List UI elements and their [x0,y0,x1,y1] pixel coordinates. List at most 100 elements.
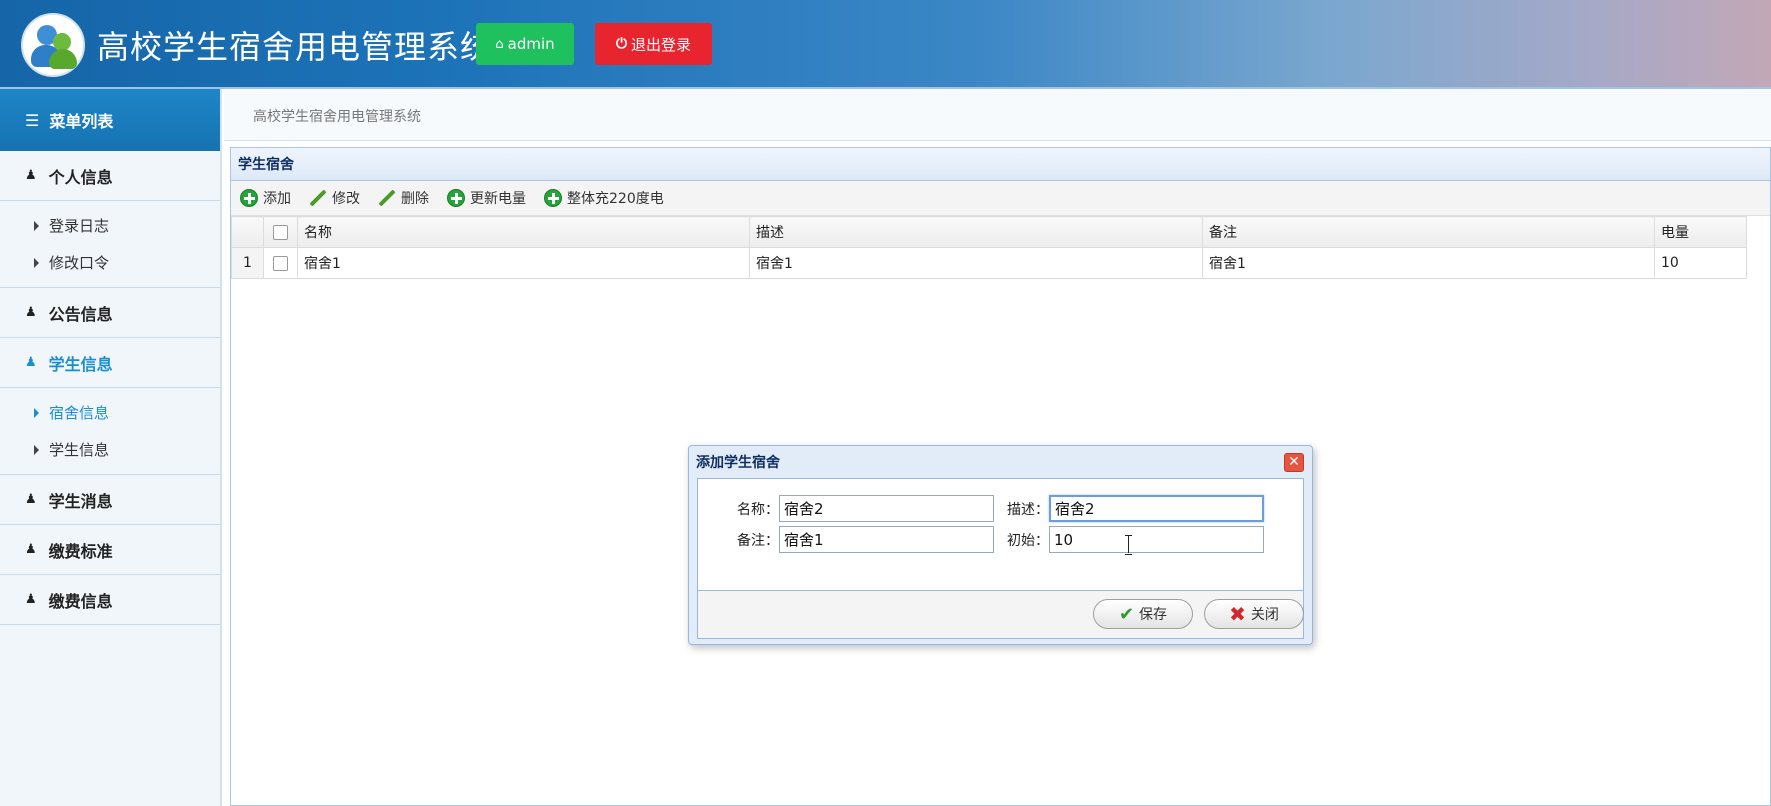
power-icon: ⏻ [615,36,628,52]
text-cursor-icon [1125,535,1133,555]
breadcrumb: 高校学生宿舍用电管理系统 [253,109,421,125]
name-label: 名称： [737,501,779,518]
desc-label: 描述： [1007,501,1049,518]
name-input[interactable] [779,495,994,522]
user-icon: ♟ [25,592,37,607]
add-label: 添加 [263,191,291,207]
update-power-button[interactable]: 更新电量 [447,188,526,208]
note-input[interactable] [779,526,994,553]
cell-note: 宿舍1 [1202,247,1655,279]
caret-right-icon [34,257,39,268]
caret-right-icon [34,407,39,418]
caret-right-icon [34,444,39,455]
panel-title: 学生宿舍 [231,148,1770,181]
caret-right-icon [34,220,39,231]
row-checkbox-cell [263,247,298,279]
sidebar-sublist: 登录日志 修改口令 [0,201,220,288]
close-x-icon: ✖ [1229,602,1246,626]
row-checkbox[interactable] [273,255,288,271]
check-icon: ✔ [1118,603,1135,625]
menu-title: 菜单列表 [49,112,114,131]
sidebar-item-label: 学生信息 [49,441,110,459]
sidebar-item-login-log[interactable]: 登录日志 [0,207,220,244]
select-all-cell [263,216,298,248]
column-header-power[interactable]: 电量 [1654,216,1747,248]
column-header-name[interactable]: 名称 [297,216,750,248]
charge-all-label: 整体充220度电 [567,191,664,207]
add-icon [447,189,465,207]
add-icon [240,189,258,207]
pencil-icon [378,189,396,207]
init-input[interactable] [1049,526,1264,553]
delete-label: 删除 [401,191,429,207]
note-label: 备注： [737,532,779,549]
user-icon: ♟ [25,492,37,507]
delete-button[interactable]: 删除 [378,188,429,208]
dialog-title: 添加学生宿舍 [696,455,780,471]
logo-icon [21,13,85,77]
sidebar-item-dorm-info[interactable]: 宿舍信息 [0,394,220,431]
app-header: 高校学生宿舍用电管理系统 ⌂ admin ⏻ 退出登录 [0,0,1771,89]
sidebar-sublist: 宿舍信息 学生信息 [0,388,220,475]
admin-label: admin [507,35,555,53]
sidebar-group-student-messages[interactable]: ♟ 学生消息 [0,475,220,525]
sidebar-item-label: 登录日志 [49,217,110,235]
user-icon: ♟ [25,305,37,320]
dialog-form: 名称： 描述： 备注： 初始： [697,478,1304,591]
table-header-row: 名称 描述 备注 电量 [231,216,1747,248]
charge-all-button[interactable]: 整体充220度电 [544,188,664,208]
close-button[interactable]: ✖ 关闭 [1204,599,1304,629]
add-icon [544,189,562,207]
table-row[interactable]: 1 宿舍1 宿舍1 宿舍1 10 [231,247,1747,279]
sidebar-group-label: 公告信息 [48,304,113,324]
sidebar-group-label: 缴费信息 [48,591,113,611]
user-icon: ♟ [25,168,37,183]
row-number-header [231,216,264,248]
select-all-checkbox[interactable] [273,224,288,240]
admin-button[interactable]: ⌂ admin [476,23,574,65]
list-icon: ☰ [25,110,40,130]
dialog-close-icon[interactable]: ✕ [1284,453,1304,472]
menu-header: ☰ 菜单列表 [0,89,220,151]
sidebar-item-label: 宿舍信息 [49,404,110,422]
sidebar-item-label: 修改口令 [49,254,110,272]
pencil-icon [309,189,327,207]
sidebar: ☰ 菜单列表 ♟ 个人信息 登录日志 修改口令 ♟ 公告信息 ♟ 学生信息 宿舍… [0,89,222,806]
form-row: 备注： 初始： [726,526,1264,553]
update-power-label: 更新电量 [470,191,526,207]
sidebar-group-label: 缴费标准 [48,541,113,561]
sidebar-group-fee-info[interactable]: ♟ 缴费信息 [0,575,220,625]
sidebar-group-announcements[interactable]: ♟ 公告信息 [0,288,220,338]
sidebar-group-personal-info[interactable]: ♟ 个人信息 [0,151,220,201]
breadcrumb-bar: 高校学生宿舍用电管理系统 [224,89,1771,141]
init-label: 初始： [1007,532,1049,549]
edit-label: 修改 [332,191,360,207]
desc-input[interactable] [1049,495,1264,522]
edit-button[interactable]: 修改 [309,188,360,208]
logout-label: 退出登录 [631,35,692,54]
column-header-note[interactable]: 备注 [1202,216,1655,248]
cell-power: 10 [1654,247,1747,279]
dialog-titlebar[interactable]: 添加学生宿舍 ✕ [689,446,1312,478]
save-label: 保存 [1139,607,1168,623]
user-icon: ♟ [25,355,37,370]
sidebar-item-change-password[interactable]: 修改口令 [0,244,220,281]
save-button[interactable]: ✔ 保存 [1093,599,1193,629]
sidebar-group-label: 学生消息 [48,491,113,511]
add-button[interactable]: 添加 [240,188,291,208]
column-header-desc[interactable]: 描述 [749,216,1203,248]
sidebar-item-student-info[interactable]: 学生信息 [0,431,220,468]
cell-desc: 宿舍1 [749,247,1203,279]
sidebar-group-label: 学生信息 [48,354,113,374]
sidebar-group-fee-standard[interactable]: ♟ 缴费标准 [0,525,220,575]
app-title: 高校学生宿舍用电管理系统 [97,28,494,66]
form-row: 名称： 描述： [726,495,1264,522]
dorm-table: 名称 描述 备注 电量 1 宿舍1 宿舍1 宿舍1 10 [231,216,1747,279]
add-dorm-dialog: 添加学生宿舍 ✕ 名称： 描述： 备注： 初始： ✔ 保存 ✖ 关闭 [688,445,1313,645]
row-number: 1 [231,247,264,279]
user-icon: ♟ [25,542,37,557]
dialog-footer: ✔ 保存 ✖ 关闭 [697,591,1304,639]
home-icon: ⌂ [495,36,504,52]
sidebar-group-student-info[interactable]: ♟ 学生信息 [0,338,220,388]
logout-button[interactable]: ⏻ 退出登录 [595,23,712,65]
